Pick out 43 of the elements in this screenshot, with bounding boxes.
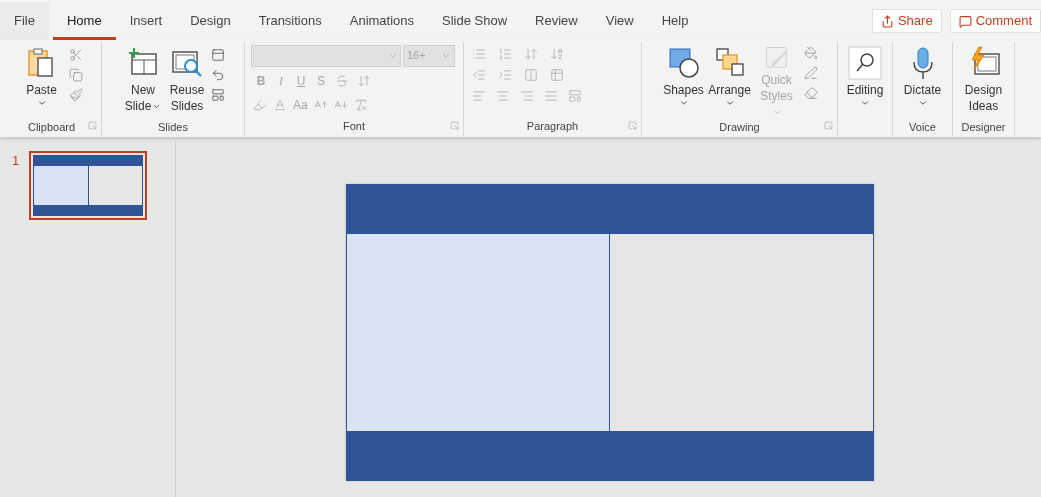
design-ideas-button[interactable]: Design Ideas <box>958 43 1009 120</box>
copy-icon[interactable] <box>68 67 83 82</box>
dictate-button[interactable]: Dictate <box>897 43 948 120</box>
dialog-launcher-icon[interactable] <box>824 120 833 130</box>
share-button[interactable]: Share <box>871 9 942 33</box>
editing-button[interactable]: Editing <box>841 43 889 120</box>
share-icon <box>880 14 894 28</box>
group-label: Clipboard <box>27 119 76 134</box>
shapes-icon[interactable] <box>666 45 701 80</box>
shapes-button[interactable]: Shapes <box>661 43 706 120</box>
eraser-icon[interactable] <box>803 85 818 100</box>
section-icon[interactable] <box>211 87 225 102</box>
layout-icon[interactable] <box>211 47 225 62</box>
arrange-button[interactable]: Arrange <box>705 43 754 120</box>
slide-thumbnail[interactable] <box>29 151 148 220</box>
group-label: Voice <box>909 119 936 134</box>
comment-icon <box>958 14 972 28</box>
scissors-icon[interactable] <box>68 47 83 62</box>
reset-icon[interactable] <box>211 67 225 82</box>
ribbon-tab[interactable]: Help <box>647 2 703 40</box>
ribbon-tab[interactable]: Insert <box>115 2 177 40</box>
comment-button[interactable]: Comment <box>949 9 1041 33</box>
group-label: Paragraph <box>526 118 579 133</box>
ribbon-tab[interactable]: File <box>0 2 49 40</box>
ribbon-tab[interactable]: View <box>591 2 648 40</box>
group-label: Font <box>343 118 365 133</box>
search-icon[interactable] <box>848 45 882 80</box>
pen-icon[interactable] <box>803 65 818 80</box>
ribbon-tab[interactable]: Transitions <box>244 2 336 40</box>
dialog-launcher-icon[interactable] <box>88 120 97 130</box>
group-label: Slides <box>158 119 188 134</box>
paint-bucket-icon[interactable] <box>803 45 818 60</box>
paste-button[interactable]: Paste <box>20 43 63 120</box>
new-slide-button[interactable]: New Slide <box>121 43 165 120</box>
paintbrush-icon[interactable] <box>68 87 83 102</box>
ribbon-tab[interactable]: Design <box>176 2 245 40</box>
ribbon-tab[interactable]: Slide Show <box>428 2 522 40</box>
slide-number: 1 <box>12 152 20 170</box>
reuse-button[interactable]: Reuse Slides <box>165 43 209 120</box>
ribbon-tab[interactable]: Review <box>521 2 592 40</box>
group-label: Drawing <box>719 119 760 134</box>
group-label: Designer <box>961 119 1006 134</box>
ribbon-tab[interactable]: Animations <box>335 2 429 40</box>
